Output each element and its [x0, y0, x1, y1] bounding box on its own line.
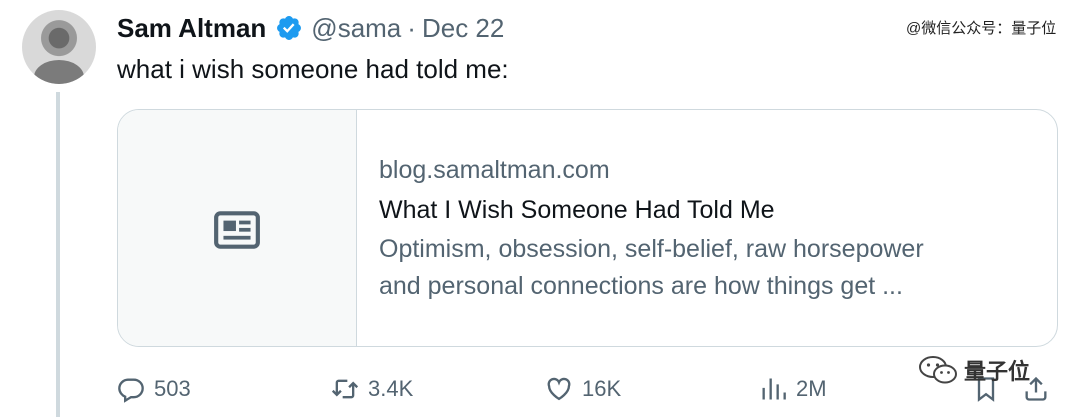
views-count: 2M — [796, 376, 827, 401]
author-name[interactable]: Sam Altman — [117, 13, 266, 44]
retweet-icon — [331, 379, 359, 399]
watermark-top: @微信公众号：量子位 — [906, 20, 1057, 37]
tweet-header: Sam Altman @sama · Dec 22 — [117, 11, 504, 45]
like-button[interactable]: 16K — [545, 366, 621, 412]
card-description: Optimism, obsession, self-belief, raw ho… — [379, 231, 1037, 305]
watermark-bottom-text: 量子位 — [964, 359, 1031, 384]
views-icon — [762, 378, 786, 400]
reply-button[interactable]: 503 — [117, 366, 191, 412]
verified-badge-icon — [277, 16, 302, 40]
card-thumbnail[interactable] — [118, 110, 357, 346]
wechat-icon — [919, 356, 957, 384]
avatar[interactable] — [22, 10, 96, 84]
views-button[interactable]: 2M — [759, 366, 827, 412]
thread-line — [56, 92, 60, 417]
card-body[interactable]: blog.samaltman.com What I Wish Someone H… — [379, 155, 1037, 305]
tweet-date[interactable]: Dec 22 — [422, 13, 504, 44]
like-icon — [547, 377, 571, 401]
retweet-count: 3.4K — [368, 376, 414, 401]
link-card[interactable]: blog.samaltman.com What I Wish Someone H… — [117, 109, 1058, 347]
avatar-portrait — [34, 60, 84, 84]
reply-count: 503 — [154, 376, 191, 401]
card-description-line: and personal connections are how things … — [379, 272, 903, 300]
header-separator: · — [407, 12, 416, 43]
like-count: 16K — [582, 376, 622, 401]
author-handle[interactable]: @sama — [311, 13, 401, 44]
watermark-bottom: 量子位 — [918, 354, 1030, 386]
tweet-text: what i wish someone had told me: — [117, 54, 509, 84]
card-domain: blog.samaltman.com — [379, 156, 610, 184]
reply-icon — [118, 378, 144, 403]
article-icon — [214, 211, 260, 249]
card-description-line: Optimism, obsession, self-belief, raw ho… — [379, 235, 924, 263]
card-title: What I Wish Someone Had Told Me — [379, 196, 775, 224]
retweet-button[interactable]: 3.4K — [331, 366, 413, 412]
